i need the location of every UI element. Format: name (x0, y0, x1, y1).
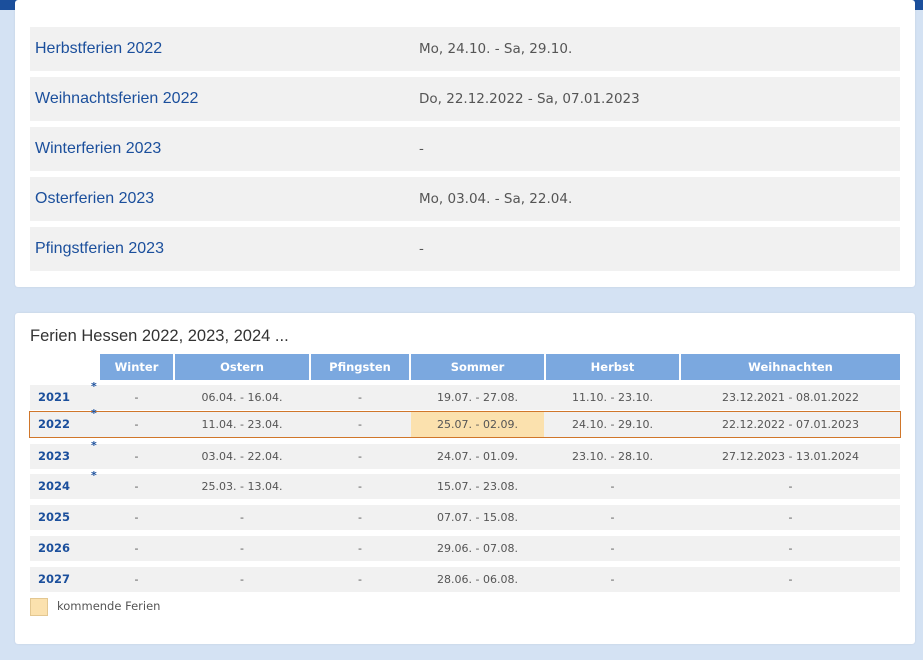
holiday-row: Herbstferien 2022 Mo, 24.10. - Sa, 29.10… (30, 27, 900, 71)
table-row: 2023 * - 03.04. - 22.04. - 24.07. - 01.0… (30, 439, 900, 469)
table-cell: 15.07. - 23.08. (437, 480, 518, 493)
holiday-row: Pfingstferien 2023 - (30, 227, 900, 271)
holiday-dates: Do, 22.12.2022 - Sa, 07.01.2023 (419, 91, 640, 107)
year-link[interactable]: 2021 (38, 385, 70, 410)
table-cell: - (358, 480, 362, 493)
year-link[interactable]: 2022 (38, 412, 70, 437)
table-cell: - (788, 480, 793, 493)
table-cell-upcoming: 25.07. - 02.09. (411, 412, 544, 437)
table-row: 2027 - - - 28.06. - 06.08. - - (30, 567, 900, 592)
table-cell: - (358, 573, 362, 586)
holiday-dates: - (419, 141, 424, 157)
table-cell: 11.04. - 23.04. (201, 418, 283, 431)
table-row: 2021 * - 06.04. - 16.04. - 19.07. - 27.0… (30, 380, 900, 410)
table-cell: - (134, 542, 139, 555)
table-cell: - (134, 450, 139, 463)
legend-swatch (30, 598, 48, 616)
table-cell: - (610, 480, 615, 493)
table-title: Ferien Hessen 2022, 2023, 2024 ... (30, 327, 289, 345)
column-header-winter: Winter (100, 354, 173, 380)
year-link[interactable]: 2023 (38, 444, 70, 469)
table-cell: - (240, 573, 244, 586)
table-cell: - (134, 391, 139, 404)
holiday-link[interactable]: Winterferien 2023 (35, 127, 161, 171)
column-header-sommer: Sommer (411, 354, 544, 380)
table-cell: - (610, 573, 615, 586)
holiday-link[interactable]: Weihnachtsferien 2022 (35, 77, 198, 121)
table-cell: - (788, 511, 793, 524)
table-cell: 23.12.2021 - 08.01.2022 (722, 391, 859, 404)
table-cell: 07.07. - 15.08. (437, 511, 518, 524)
table-cell: - (610, 511, 615, 524)
year-link[interactable]: 2025 (38, 505, 70, 530)
table-cell: 23.10. - 28.10. (572, 450, 653, 463)
table-cell: 29.06. - 07.08. (437, 542, 518, 555)
year-link[interactable]: 2026 (38, 536, 70, 561)
table-cell: 28.06. - 06.08. (437, 573, 518, 586)
table-cell: 19.07. - 27.08. (437, 391, 518, 404)
column-header-weihnachten: Weihnachten (681, 354, 900, 380)
table-cell: 25.03. - 13.04. (201, 480, 283, 493)
year-link[interactable]: 2027 (38, 567, 70, 592)
table-cell: - (358, 511, 362, 524)
table-cell: - (134, 418, 139, 431)
table-cell: 24.10. - 29.10. (572, 418, 653, 431)
holiday-list-card: Herbstferien 2022 Mo, 24.10. - Sa, 29.10… (15, 0, 915, 287)
table-cell: 03.04. - 22.04. (201, 450, 283, 463)
table-cell: 06.04. - 16.04. (201, 391, 283, 404)
table-row: 2025 - - - 07.07. - 15.08. - - (30, 505, 900, 530)
footnote-marker: * (91, 380, 97, 393)
table-cell: - (788, 573, 793, 586)
legend-label: kommende Ferien (57, 599, 161, 613)
year-link[interactable]: 2024 (38, 474, 70, 499)
holiday-link[interactable]: Herbstferien 2022 (35, 27, 162, 71)
holiday-dates: Mo, 24.10. - Sa, 29.10. (419, 41, 573, 57)
holiday-dates: - (419, 241, 424, 257)
table-cell: - (358, 450, 362, 463)
table-cell: 22.12.2022 - 07.01.2023 (722, 418, 859, 431)
table-row-current: 2022 * - 11.04. - 23.04. - 25.07. - 02.0… (29, 407, 901, 438)
table-cell: - (788, 542, 793, 555)
holiday-link[interactable]: Pfingstferien 2023 (35, 227, 164, 271)
footnote-marker: * (91, 469, 97, 482)
table-row: 2024 * - 25.03. - 13.04. - 15.07. - 23.0… (30, 469, 900, 499)
table-cell: - (358, 418, 362, 431)
column-header-pfingsten: Pfingsten (311, 354, 409, 380)
table-cell: - (358, 542, 362, 555)
table-cell: 27.12.2023 - 13.01.2024 (722, 450, 859, 463)
holiday-dates: Mo, 03.04. - Sa, 22.04. (419, 191, 573, 207)
holiday-row: Osterferien 2023 Mo, 03.04. - Sa, 22.04. (30, 177, 900, 221)
table-cell: 11.10. - 23.10. (572, 391, 653, 404)
footnote-marker: * (91, 407, 97, 420)
table-cell: - (134, 573, 139, 586)
column-header-ostern: Ostern (175, 354, 309, 380)
holiday-row: Winterferien 2023 - (30, 127, 900, 171)
table-cell: - (134, 480, 139, 493)
column-header-herbst: Herbst (546, 354, 679, 380)
table-cell: - (134, 511, 139, 524)
table-cell: - (358, 391, 362, 404)
table-row: 2026 - - - 29.06. - 07.08. - - (30, 536, 900, 561)
table-cell: - (610, 542, 615, 555)
holiday-table-card: Ferien Hessen 2022, 2023, 2024 ... Winte… (15, 313, 915, 644)
table-cell: - (240, 511, 244, 524)
holiday-row: Weihnachtsferien 2022 Do, 22.12.2022 - S… (30, 77, 900, 121)
table-cell: 24.07. - 01.09. (437, 450, 518, 463)
holiday-link[interactable]: Osterferien 2023 (35, 177, 154, 221)
footnote-marker: * (91, 439, 97, 452)
table-cell: - (240, 542, 244, 555)
